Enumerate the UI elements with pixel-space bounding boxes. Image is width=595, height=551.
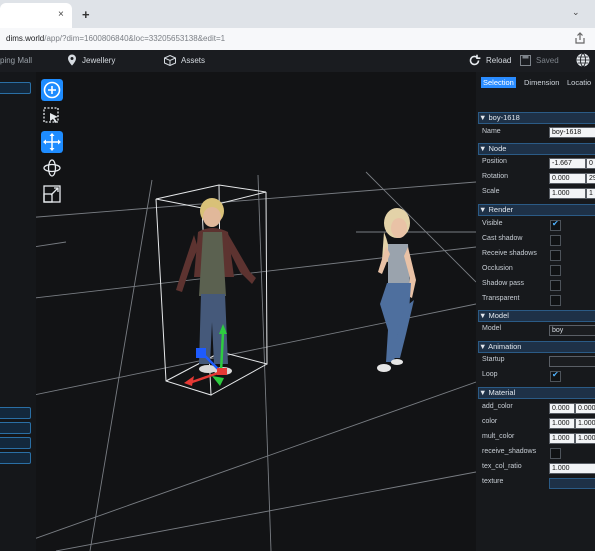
url-path: /app/?dim=1600806840&loc=33205653138&edi… <box>44 34 226 43</box>
texture-select[interactable] <box>549 478 595 489</box>
left-panel <box>0 72 36 551</box>
tab-selection[interactable]: Selection <box>481 77 516 88</box>
name-input[interactable]: boy-1618 <box>549 127 595 138</box>
section-object-header[interactable]: ▼ boy-1618 <box>478 112 595 124</box>
startup-select[interactable] <box>549 356 595 367</box>
receive-shadows-checkbox[interactable] <box>550 250 561 261</box>
menu-jewellery[interactable]: Jewellery <box>82 56 115 65</box>
scale-x-input[interactable]: 1.000 <box>549 188 586 199</box>
loop-checkbox[interactable] <box>550 370 561 382</box>
collapse-icon: ▼ <box>479 388 489 397</box>
left-list-item[interactable] <box>0 437 31 449</box>
left-panel-field[interactable] <box>0 82 31 94</box>
menu-assets[interactable]: Assets <box>181 56 205 65</box>
tab-location[interactable]: Locatio <box>565 77 593 88</box>
occlusion-label: Occlusion <box>482 265 513 272</box>
collapse-icon: ▼ <box>479 311 489 320</box>
receive-shadows-label: Receive shadows <box>482 250 537 257</box>
model-select[interactable]: boy <box>549 325 595 336</box>
color-input-2[interactable]: 1.000 <box>575 418 595 429</box>
section-animation-header[interactable]: ▼ Animation <box>478 341 595 353</box>
shadow-pass-checkbox[interactable] <box>550 280 561 291</box>
scale-y-input[interactable]: 1 <box>586 188 595 199</box>
url-text[interactable]: dims.world/app/?dim=1600806840&loc=33205… <box>6 34 225 43</box>
box-icon <box>164 55 176 66</box>
rotate-icon[interactable] <box>41 157 63 179</box>
left-list-item[interactable] <box>0 407 31 419</box>
section-material-header[interactable]: ▼ Material <box>478 387 595 399</box>
location-pin-icon <box>68 54 76 66</box>
receive-shadows-mat-checkbox[interactable] <box>550 448 561 459</box>
tab-dimension[interactable]: Dimension <box>522 77 561 88</box>
url-host: dims.world <box>6 34 45 43</box>
add-color-input-2[interactable]: 0.000 <box>575 403 595 414</box>
add-color-input-1[interactable]: 0.000 <box>549 403 575 414</box>
transparent-checkbox[interactable] <box>550 295 561 306</box>
scale-label: Scale <box>482 188 500 195</box>
mult-color-input-1[interactable]: 1.000 <box>549 433 575 444</box>
menu-shopping-mall[interactable]: ping Mall <box>0 56 32 65</box>
visible-label: Visible <box>482 220 503 227</box>
cast-shadow-label: Cast shadow <box>482 235 523 242</box>
texture-label: texture <box>482 478 504 485</box>
left-list-item[interactable] <box>0 452 31 464</box>
position-x-input[interactable]: -1.667 <box>549 158 586 169</box>
tex-col-ratio-input[interactable]: 1.000 <box>549 463 595 474</box>
shadow-pass-label: Shadow pass <box>482 280 525 287</box>
add-color-label: add_color <box>482 403 513 410</box>
position-y-input[interactable]: 0 <box>586 158 595 169</box>
saved-status: Saved <box>536 56 559 65</box>
section-render-header[interactable]: ▼ Render <box>478 204 595 216</box>
section-model-header[interactable]: ▼ Model <box>478 310 595 322</box>
rotation-y-input[interactable]: 29 <box>586 173 595 184</box>
mult-color-input-2[interactable]: 1.000 <box>575 433 595 444</box>
tab-close-icon[interactable]: × <box>58 9 64 20</box>
loop-label: Loop <box>482 371 498 378</box>
visible-checkbox[interactable] <box>550 219 561 231</box>
section-material-title: Material <box>488 388 516 397</box>
collapse-icon: ▼ <box>479 144 489 153</box>
tab-list-icon[interactable]: ⌄ <box>572 7 580 18</box>
new-tab-button[interactable]: + <box>82 7 90 22</box>
scale-icon[interactable] <box>41 183 63 205</box>
receive-shadows-mat-label: receive_shadows <box>482 448 537 455</box>
section-animation-title: Animation <box>488 342 522 351</box>
plus-circle-icon[interactable] <box>41 79 63 101</box>
globe-icon[interactable] <box>576 53 590 67</box>
tex-col-ratio-label: tex_col_ratio <box>482 463 522 470</box>
section-object-title: boy-1618 <box>488 113 520 122</box>
startup-label: Startup <box>482 356 505 363</box>
transparent-label: Transparent <box>482 295 520 302</box>
section-node-header[interactable]: ▼ Node <box>478 143 595 155</box>
model-label: Model <box>482 325 502 332</box>
viewport-3d[interactable] <box>36 72 476 551</box>
color-input-1[interactable]: 1.000 <box>549 418 575 429</box>
select-icon[interactable] <box>41 105 63 127</box>
occlusion-checkbox[interactable] <box>550 265 561 276</box>
rotation-label: Rotation <box>482 173 509 180</box>
name-label: Name <box>482 128 501 135</box>
save-icon <box>520 55 531 66</box>
section-model-title: Model <box>488 311 509 320</box>
section-render-title: Render <box>488 205 514 214</box>
collapse-icon: ▼ <box>479 342 489 351</box>
section-node-title: Node <box>488 144 507 153</box>
collapse-icon: ▼ <box>479 205 489 214</box>
left-list-item[interactable] <box>0 422 31 434</box>
reload-icon[interactable] <box>468 54 481 67</box>
position-label: Position <box>482 158 507 165</box>
collapse-icon: ▼ <box>479 113 489 122</box>
cast-shadow-checkbox[interactable] <box>550 235 561 246</box>
color-label: color <box>482 418 498 425</box>
reload-button[interactable]: Reload <box>486 56 511 65</box>
mult-color-label: mult_color <box>482 433 515 440</box>
share-icon[interactable] <box>574 32 586 44</box>
move-icon[interactable] <box>41 131 63 153</box>
rotation-x-input[interactable]: 0.000 <box>549 173 586 184</box>
